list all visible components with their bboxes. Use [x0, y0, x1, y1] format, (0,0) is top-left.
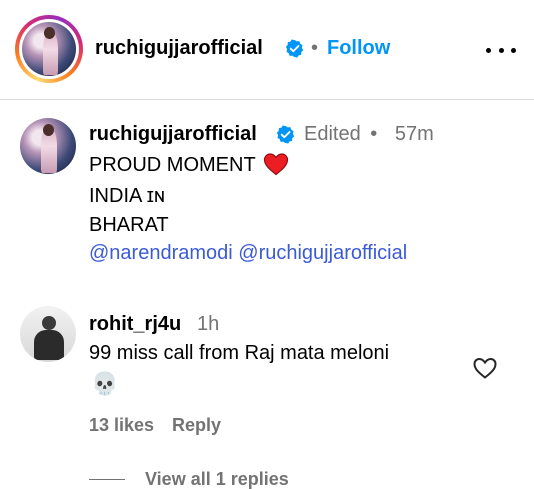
caption-line-1-text: PROUD MOMENT: [89, 154, 256, 176]
reply-time[interactable]: 1h: [197, 313, 219, 336]
reply-avatar-body: [34, 330, 64, 360]
more-dot-icon: [498, 47, 504, 53]
reply-likes-count[interactable]: 13 likes: [89, 415, 154, 436]
verified-badge-icon: [285, 39, 304, 58]
caption-time[interactable]: 57m: [395, 123, 434, 145]
caption-mentions: @narendramodi @ruchigujjarofficial: [89, 242, 407, 265]
reply-button[interactable]: Reply: [172, 415, 221, 436]
edited-label: Edited: [304, 123, 361, 145]
caption-separator: •: [370, 123, 378, 145]
caption-line-3: BHARAT: [89, 214, 169, 236]
reply-avatar-head: [42, 316, 56, 330]
mention-link-ruchigujjarofficial[interactable]: @ruchigujjarofficial: [238, 242, 407, 264]
caption-line-2: INDIA ɪɴ: [89, 185, 165, 207]
view-replies-divider: [89, 479, 125, 480]
header-avatar[interactable]: [22, 22, 76, 76]
header-username[interactable]: ruchigujjarofficial: [95, 37, 263, 60]
story-ring[interactable]: [15, 15, 83, 83]
reply-avatar[interactable]: [20, 306, 76, 362]
caption-meta: Edited • 57m: [304, 123, 434, 146]
caption-avatar[interactable]: [20, 118, 76, 174]
caption-line-1: PROUD MOMENT: [89, 152, 289, 177]
view-replies-link[interactable]: View all 1 replies: [145, 469, 289, 489]
more-dot-icon: [511, 47, 516, 53]
heart-outline-icon[interactable]: [472, 356, 498, 380]
red-heart-icon: [263, 153, 288, 176]
post-header: ruchigujjarofficial • Follow: [0, 0, 534, 100]
more-dot-icon: [486, 47, 491, 53]
reply-text: 99 miss call from Raj mata meloni: [89, 342, 390, 364]
header-separator: •: [311, 37, 319, 59]
reply-username[interactable]: rohit_rj4u: [89, 313, 181, 336]
verified-badge-icon: [276, 125, 295, 144]
mention-link-narendramodi[interactable]: @narendramodi: [89, 242, 233, 264]
more-options-button[interactable]: [486, 40, 516, 60]
caption-username[interactable]: ruchigujjarofficial: [89, 123, 257, 146]
skull-emoji: 💀: [91, 371, 119, 396]
follow-button[interactable]: Follow: [327, 37, 390, 60]
avatar-head: [42, 123, 55, 136]
